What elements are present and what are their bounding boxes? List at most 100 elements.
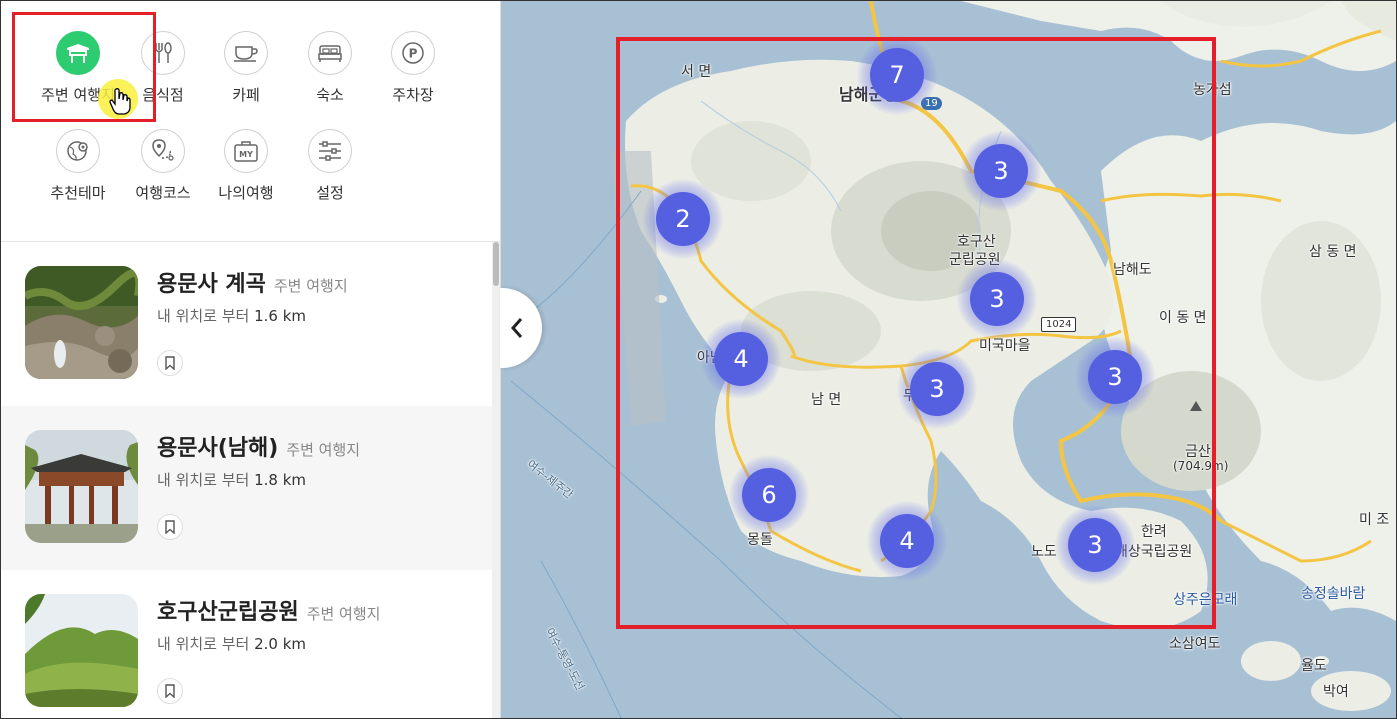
place-title-row: 용문사 계곡 주변 여행지 [157,266,348,298]
list-item[interactable]: 용문사(남해) 주변 여행지 내 위치로 부터 1.8 km [1,406,492,570]
map-label: 삼 동 면 [1309,244,1357,260]
map-label: 남 면 [811,392,842,408]
map-cluster-marker[interactable]: 3 [961,131,1041,211]
category-label: 설정 [316,184,344,202]
chevron-left-icon [510,318,523,338]
bookmark-icon [165,520,175,534]
place-list: 용문사 계곡 주변 여행지 내 위치로 부터 1.6 km 용문사(남해) 주변 여… [1,242,492,718]
category-label: 나의여행 [218,184,274,202]
place-title-row: 용문사(남해) 주변 여행지 [157,430,360,462]
map-label: 미 조 [1359,512,1390,528]
distance-value: 1.6 km [254,307,307,325]
place-thumbnail [25,430,138,543]
map-label: 노도 [1031,544,1057,560]
distance-prefix: 내 위치로 부터 [157,635,250,653]
map-label: 한려 [1141,524,1167,540]
my-bag-icon: MY [224,129,268,173]
category-my-travel[interactable]: MY 나의여행 [206,129,286,203]
category-lodging[interactable]: 숙소 [290,31,370,105]
map-label: 농가섬 [1193,82,1232,98]
map-cluster-marker[interactable]: 6 [729,455,809,535]
parking-icon: P [391,31,435,75]
cluster-count: 4 [714,332,768,386]
map-label: 율도 [1301,658,1327,674]
map-label: (704.9m) [1173,459,1229,473]
cluster-count: 6 [742,468,796,522]
app-window: 주변 여행지 음식점 카페 숙소 P 주차장 추천테마 여행코스 MY 나의여행… [0,0,1397,719]
place-thumbnail [25,594,138,707]
category-parking[interactable]: P 주차장 [373,31,453,105]
bookmark-icon [165,356,175,370]
bed-icon [308,31,352,75]
place-tag: 주변 여행지 [286,441,361,459]
distance-prefix: 내 위치로 부터 [157,307,250,325]
bookmark-icon [165,684,175,698]
hand-cursor-icon [109,87,131,115]
map-cluster-marker[interactable]: 4 [701,319,781,399]
map-label: 소삼여도 [1169,636,1221,652]
map-label: 상주은모래 [1173,592,1238,608]
list-scrollbar[interactable] [492,242,500,718]
map-label: 이 동 면 [1159,310,1207,326]
sidebar: 주변 여행지 음식점 카페 숙소 P 주차장 추천테마 여행코스 MY 나의여행… [1,1,501,718]
map-cluster-marker[interactable]: 7 [857,35,937,115]
bookmark-button[interactable] [157,514,183,540]
theme-globe-icon [56,129,100,173]
place-tag: 주변 여행지 [306,605,381,623]
map-label: 남해도 [1113,262,1152,278]
map-label: 송정솔바람 [1301,586,1366,602]
map-view[interactable]: 서 면 남해군청 19 1024 호구산 군립공원 남해도 이 동 면 삼 동 … [501,1,1396,718]
sliders-icon [308,129,352,173]
distance-prefix: 내 위치로 부터 [157,471,250,489]
category-label: 추천테마 [50,184,106,202]
cluster-count: 2 [656,192,710,246]
map-label: 박여 [1323,684,1349,700]
map-cluster-marker[interactable]: 3 [1055,505,1135,585]
place-tag: 주변 여행지 [273,277,348,295]
map-label: 호구산 [957,234,996,250]
category-settings[interactable]: 설정 [290,129,370,203]
my-badge-text: MY [239,150,253,159]
route-pin-icon [141,129,185,173]
category-label: 숙소 [316,86,344,104]
road-number-badge: 1024 [1041,317,1077,332]
coffee-cup-icon [224,31,268,75]
category-travel-course[interactable]: 여행코스 [123,129,203,203]
cluster-count: 3 [1088,350,1142,404]
place-title[interactable]: 호구산군립공원 [157,600,299,625]
category-grid: 주변 여행지 음식점 카페 숙소 P 주차장 추천테마 여행코스 MY 나의여행… [1,1,500,242]
category-label: 주차장 [392,86,434,104]
place-distance: 내 위치로 부터 2.0 km [157,633,306,654]
parking-badge-text: P [409,47,418,61]
cluster-count: 7 [870,48,924,102]
cluster-count: 3 [974,144,1028,198]
scrollbar-thumb[interactable] [493,242,499,286]
map-cluster-marker[interactable]: 3 [957,259,1037,339]
map-cluster-marker[interactable]: 3 [897,349,977,429]
category-recommended-theme[interactable]: 추천테마 [38,129,118,203]
bookmark-button[interactable] [157,350,183,376]
list-item[interactable]: 호구산군립공원 주변 여행지 내 위치로 부터 2.0 km [1,570,492,718]
map-cluster-marker[interactable]: 3 [1075,337,1155,417]
place-distance: 내 위치로 부터 1.6 km [157,305,306,326]
map-label: 서 면 [681,64,712,80]
distance-value: 1.8 km [254,471,307,489]
place-thumbnail [25,266,138,379]
cluster-count: 4 [880,514,934,568]
category-cafe[interactable]: 카페 [206,31,286,105]
map-cluster-marker[interactable]: 2 [643,179,723,259]
cluster-count: 3 [970,272,1024,326]
place-title-row: 호구산군립공원 주변 여행지 [157,594,380,626]
map-label: 금산 [1185,444,1211,460]
category-label: 카페 [232,86,260,104]
distance-value: 2.0 km [254,635,307,653]
bookmark-button[interactable] [157,678,183,704]
cluster-count: 3 [910,362,964,416]
place-title[interactable]: 용문사 계곡 [157,272,266,297]
map-cluster-marker[interactable]: 4 [867,501,947,581]
list-item[interactable]: 용문사 계곡 주변 여행지 내 위치로 부터 1.6 km [1,242,492,406]
place-title[interactable]: 용문사(남해) [157,436,278,461]
category-label: 여행코스 [135,184,191,202]
place-distance: 내 위치로 부터 1.8 km [157,469,306,490]
cluster-count: 3 [1068,518,1122,572]
